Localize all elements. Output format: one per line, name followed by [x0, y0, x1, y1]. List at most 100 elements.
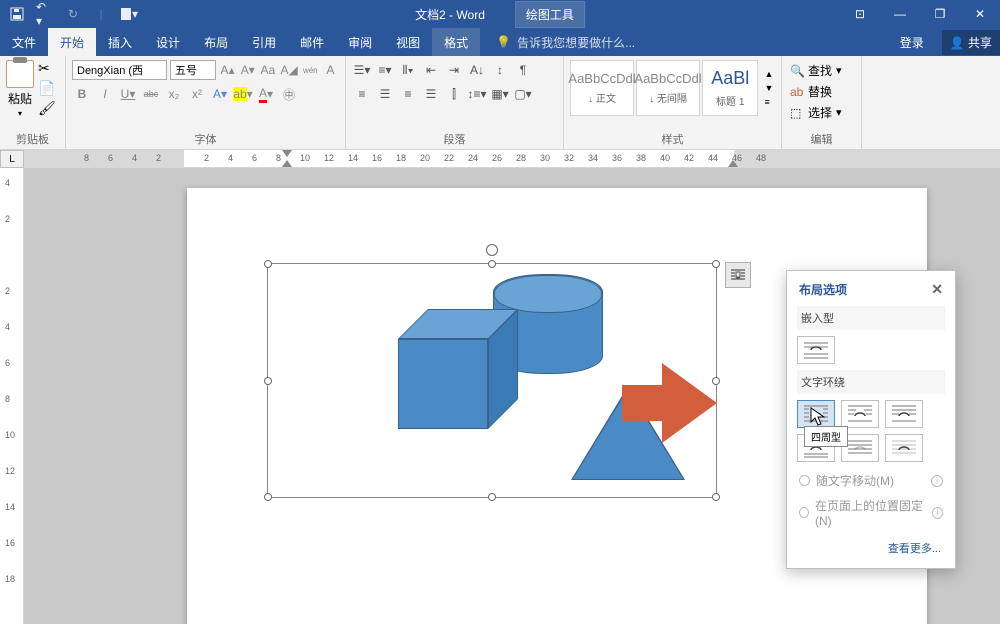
- menu-review[interactable]: 审阅: [336, 28, 384, 56]
- info-icon[interactable]: i: [931, 475, 943, 487]
- shading-icon[interactable]: ▦▾: [490, 84, 510, 104]
- replace-button[interactable]: ab替换: [788, 81, 855, 102]
- menu-home[interactable]: 开始: [48, 28, 96, 56]
- login-button[interactable]: 登录: [888, 28, 936, 56]
- change-case-icon[interactable]: Aa: [259, 60, 276, 80]
- right-indent-marker[interactable]: [728, 160, 738, 167]
- select-button[interactable]: ⬚选择 ▾: [788, 102, 855, 123]
- wrap-inline[interactable]: [797, 336, 835, 364]
- menu-references[interactable]: 引用: [240, 28, 288, 56]
- editing-group: 🔍查找 ▾ ab替换 ⬚选择 ▾ 编辑: [782, 56, 862, 149]
- copy-icon[interactable]: 📄: [38, 80, 54, 96]
- char-border-icon[interactable]: A: [322, 60, 339, 80]
- grow-font-icon[interactable]: A▴: [219, 60, 236, 80]
- strike-icon[interactable]: abc: [141, 84, 161, 104]
- menu-file[interactable]: 文件: [0, 28, 48, 56]
- enclose-icon[interactable]: ㊥: [279, 84, 299, 104]
- text-effects-icon[interactable]: A▾: [210, 84, 230, 104]
- menu-design[interactable]: 设计: [144, 28, 192, 56]
- undo-icon[interactable]: ↶ ▾: [36, 5, 54, 23]
- menu-view[interactable]: 视图: [384, 28, 432, 56]
- search-icon: 🔍: [790, 64, 804, 78]
- line-spacing-icon[interactable]: ↕≡▾: [467, 84, 487, 104]
- borders-icon[interactable]: ▢▾: [513, 84, 533, 104]
- see-more-link[interactable]: 查看更多...: [797, 532, 945, 560]
- rotate-handle[interactable]: [486, 244, 498, 256]
- share-button[interactable]: 👤 共享: [942, 30, 1000, 55]
- resize-handle-bm[interactable]: [488, 493, 496, 501]
- menu-format[interactable]: 格式: [432, 28, 480, 56]
- popup-close-icon[interactable]: ✕: [931, 281, 943, 298]
- restore-icon[interactable]: ❐: [920, 0, 960, 28]
- drawing-canvas-selected[interactable]: [267, 263, 717, 498]
- move-with-text-radio[interactable]: 随文字移动(M) i: [797, 468, 945, 493]
- ribbon-options-icon[interactable]: ⊡: [840, 0, 880, 28]
- align-center-icon[interactable]: ☰: [375, 84, 395, 104]
- italic-icon[interactable]: I: [95, 84, 115, 104]
- vertical-ruler[interactable]: 4224681012141618: [0, 168, 24, 624]
- info-icon[interactable]: i: [932, 507, 943, 519]
- align-left-icon[interactable]: ≡: [352, 84, 372, 104]
- minimize-icon[interactable]: —: [880, 0, 920, 28]
- font-family-select[interactable]: [72, 60, 167, 80]
- cut-icon[interactable]: ✂: [38, 60, 54, 76]
- menu-layout[interactable]: 布局: [192, 28, 240, 56]
- numbering-icon[interactable]: ≡▾: [375, 60, 395, 80]
- multilevel-icon[interactable]: ⫴▾: [398, 60, 418, 80]
- menu-insert[interactable]: 插入: [96, 28, 144, 56]
- tell-me-search[interactable]: 💡 告诉我您想要做什么...: [480, 34, 635, 51]
- wrap-section-label: 文字环绕: [797, 370, 945, 394]
- menu-bar: 文件 开始 插入 设计 布局 引用 邮件 审阅 视图 格式 💡 告诉我您想要做什…: [0, 28, 1000, 56]
- align-right-icon[interactable]: ≡: [398, 84, 418, 104]
- shrink-font-icon[interactable]: A▾: [239, 60, 256, 80]
- resize-handle-tr[interactable]: [712, 260, 720, 268]
- indent-left-icon[interactable]: ⇤: [421, 60, 441, 80]
- pinyin-icon[interactable]: wén: [302, 60, 319, 80]
- highlight-icon[interactable]: ab▾: [233, 84, 253, 104]
- horizontal-ruler[interactable]: 8642246810121416182022242628303234363840…: [24, 150, 1000, 168]
- font-size-select[interactable]: [170, 60, 216, 80]
- ltr-icon[interactable]: A↓: [467, 60, 487, 80]
- sort-icon[interactable]: ↕: [490, 60, 510, 80]
- clear-format-icon[interactable]: A◢: [279, 60, 298, 80]
- menu-mailings[interactable]: 邮件: [288, 28, 336, 56]
- hanging-indent-marker[interactable]: [282, 160, 292, 167]
- wrap-through[interactable]: [885, 400, 923, 428]
- resize-handle-bl[interactable]: [264, 493, 272, 501]
- style-1[interactable]: AaBbCcDdl↓ 无间隔: [636, 60, 700, 116]
- wrap-square[interactable]: 四周型: [797, 400, 835, 428]
- resize-handle-tm[interactable]: [488, 260, 496, 268]
- first-line-indent-marker[interactable]: [282, 150, 292, 157]
- close-icon[interactable]: ✕: [960, 0, 1000, 28]
- annotation-arrow: [662, 363, 717, 443]
- superscript-icon[interactable]: x²: [187, 84, 207, 104]
- find-button[interactable]: 🔍查找 ▾: [788, 60, 855, 81]
- clipboard-group: 粘贴 ▾ ✂ 📄 🖌 剪贴板: [0, 56, 66, 149]
- show-marks-icon[interactable]: ¶: [513, 60, 533, 80]
- document-title: 文档2 - Word: [415, 6, 485, 23]
- ruler-corner[interactable]: L: [0, 150, 24, 168]
- style-0[interactable]: AaBbCcDdl↓ 正文: [570, 60, 634, 116]
- fixed-position-radio[interactable]: 在页面上的位置固定(N) i: [797, 493, 945, 532]
- wrap-front[interactable]: [885, 434, 923, 462]
- bold-icon[interactable]: B: [72, 84, 92, 104]
- layout-options-button[interactable]: [725, 262, 751, 288]
- font-color-icon[interactable]: A▾: [256, 84, 276, 104]
- justify-icon[interactable]: ☰: [421, 84, 441, 104]
- subscript-icon[interactable]: x₂: [164, 84, 184, 104]
- format-painter-icon[interactable]: 🖌: [38, 100, 54, 116]
- new-doc-icon[interactable]: ▾: [120, 5, 138, 23]
- indent-right-icon[interactable]: ⇥: [444, 60, 464, 80]
- styles-expand[interactable]: ▲▼≡: [760, 60, 775, 116]
- resize-handle-ml[interactable]: [264, 377, 272, 385]
- underline-icon[interactable]: U▾: [118, 84, 138, 104]
- wrap-tight[interactable]: [841, 400, 879, 428]
- style-2[interactable]: AaBl标题 1: [702, 60, 758, 116]
- bullets-icon[interactable]: ☰▾: [352, 60, 372, 80]
- resize-handle-br[interactable]: [712, 493, 720, 501]
- resize-handle-tl[interactable]: [264, 260, 272, 268]
- save-icon[interactable]: [8, 5, 26, 23]
- distribute-icon[interactable]: ⫿: [444, 84, 464, 104]
- redo-icon[interactable]: ↻: [64, 5, 82, 23]
- paste-button[interactable]: 粘贴 ▾: [6, 60, 34, 118]
